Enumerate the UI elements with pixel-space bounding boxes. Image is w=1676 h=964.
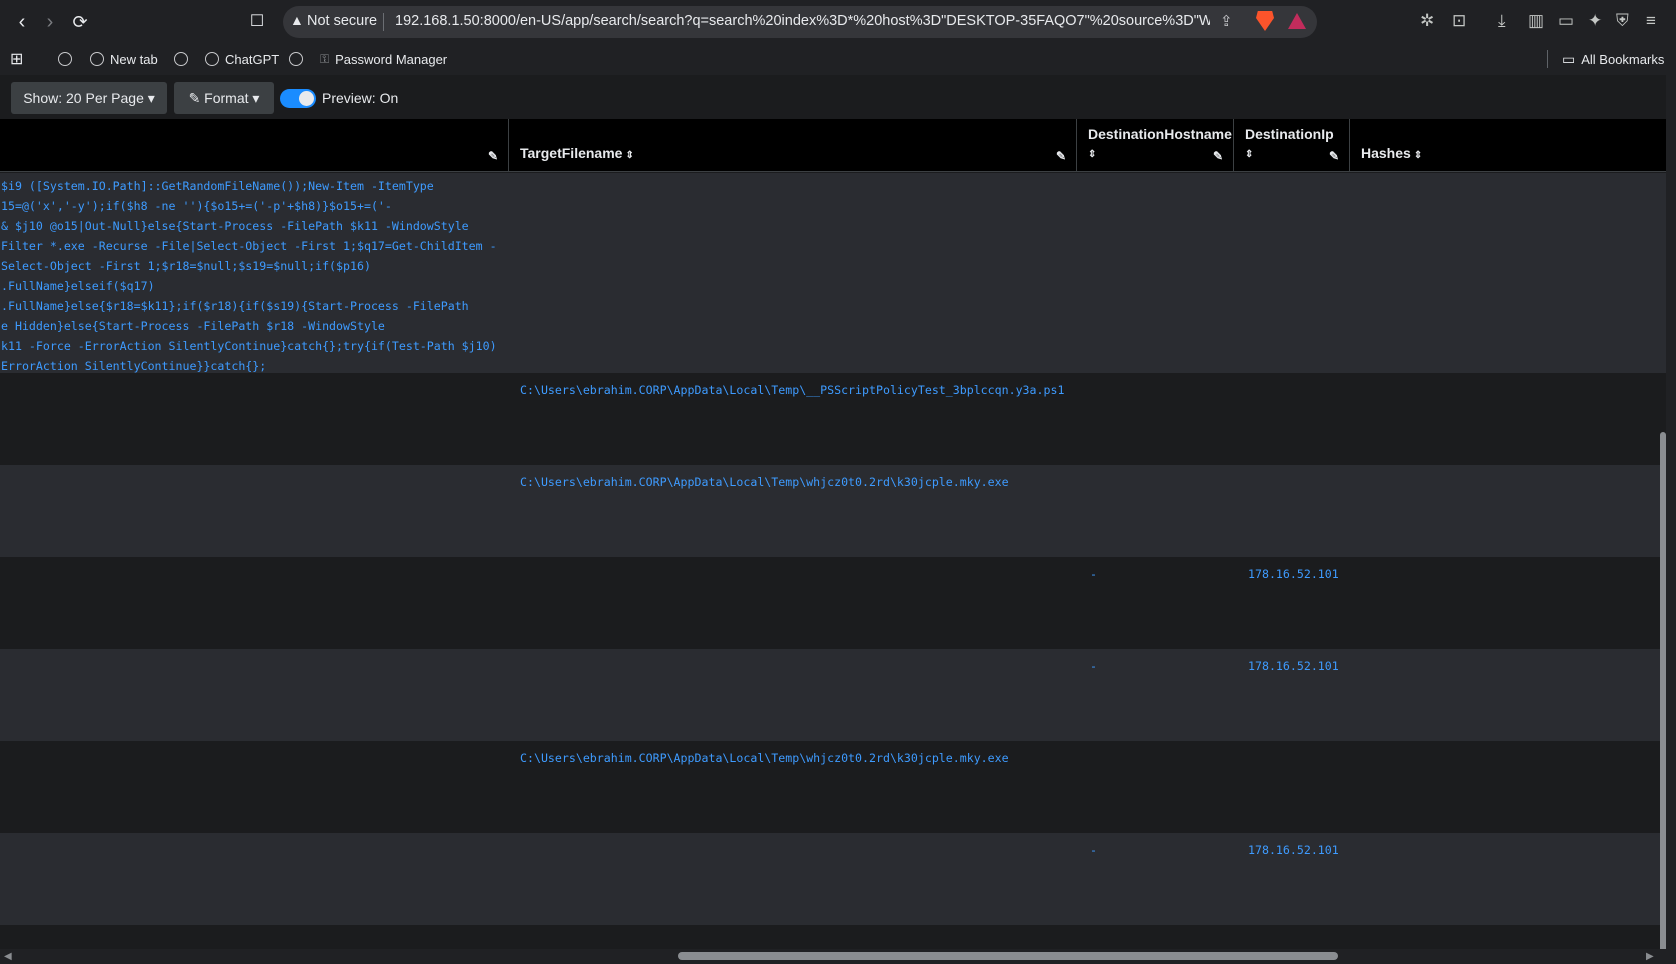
scroll-right-icon[interactable]: ▶ (1646, 951, 1654, 962)
toggle-knob (299, 91, 314, 106)
edit-pencil-icon[interactable]: ✎ (1329, 149, 1339, 163)
targetfilename-cell[interactable]: C:\Users\ebrahim.CORP\AppData\Local\Temp… (520, 383, 1064, 397)
reload-icon[interactable]: ⟳ (68, 10, 92, 34)
results-toolbar: Show: 20 Per Page ▾ ✎ Format ▾ Preview: … (0, 75, 1666, 119)
globe-icon (58, 52, 72, 66)
format-dropdown[interactable]: ✎ Format ▾ (174, 82, 274, 114)
bookmark-globe-3[interactable] (289, 49, 303, 69)
scroll-left-icon[interactable]: ◀ (4, 951, 12, 962)
menu-icon[interactable]: ≡ (1646, 11, 1656, 31)
preview-toggle[interactable] (280, 89, 316, 108)
destinationip-cell[interactable]: 178.16.52.101 (1248, 843, 1339, 857)
bookmark-label: New tab (110, 51, 158, 67)
sidebar-icon[interactable]: ▥ (1528, 11, 1544, 31)
vpn-icon[interactable]: ⛨ (1616, 11, 1629, 31)
column-header-destinationhostname[interactable]: DestinationHostname ⇕ ✎ (1077, 119, 1234, 172)
table-row: - 178.16.52.101 (0, 833, 1666, 925)
horizontal-scrollbar-thumb[interactable] (678, 952, 1338, 960)
column-label: DestinationHostname (1088, 126, 1232, 142)
url-text[interactable]: 192.168.1.50:8000/en-US/app/search/searc… (395, 13, 1210, 29)
screenshot-icon[interactable]: ⊡ (1452, 11, 1466, 31)
key-icon: ⚿ (320, 51, 330, 66)
warning-icon: ▲ (290, 12, 304, 28)
show-per-page-dropdown[interactable]: Show: 20 Per Page ▾ (11, 82, 167, 114)
sort-icon: ⇕ (625, 150, 634, 161)
bookmarks-divider (1547, 50, 1548, 68)
brave-rewards-icon[interactable] (1288, 13, 1306, 29)
download-icon[interactable]: ⤓ (1498, 11, 1506, 31)
destinationhostname-cell[interactable]: - (1090, 843, 1097, 857)
all-bookmarks-label: All Bookmarks (1581, 51, 1665, 67)
vertical-scrollbar-thumb[interactable] (1660, 432, 1666, 952)
folder-icon: ▭ (1562, 50, 1576, 67)
globe-icon (289, 52, 303, 66)
browser-toolbar: ‹ › ⟳ ☐ ▲ Not secure 192.168.1.50:8000/e… (0, 0, 1676, 44)
table-row: - 178.16.52.101 (0, 649, 1666, 741)
not-secure-label[interactable]: Not secure (307, 13, 377, 29)
edit-pencil-icon[interactable]: ✎ (488, 149, 498, 163)
bookmark-globe-1[interactable] (58, 49, 72, 69)
destinationhostname-cell[interactable]: - (1090, 659, 1097, 673)
column-header-targetfilename[interactable]: TargetFilename ⇕ ✎ (509, 119, 1077, 172)
bookmarks-bar: ⊞ New tab ChatGPT ⚿ Password Manager ▭ All… (0, 44, 1676, 75)
all-bookmarks[interactable]: ▭ All Bookmarks (1562, 49, 1664, 69)
destinationip-cell[interactable]: 178.16.52.101 (1248, 567, 1339, 581)
bookmark-new-tab[interactable]: New tab (90, 49, 158, 69)
bookmark-label: ChatGPT (225, 51, 280, 67)
edit-pencil-icon[interactable]: ✎ (1056, 149, 1066, 163)
column-header-commandline[interactable]: ✎ (0, 119, 509, 172)
table-row: - 178.16.52.101 (0, 557, 1666, 649)
commandline-cell[interactable]: $i9 ([System.IO.Path]::GetRandomFileName… (1, 176, 497, 376)
url-divider (383, 13, 384, 31)
sort-icon: ⇕ (1413, 150, 1423, 161)
extensions-icon[interactable]: ✲ (1420, 11, 1434, 31)
table-row: C:\Users\ebrahim.CORP\AppData\Local\Temp… (0, 465, 1666, 557)
apps-grid-icon[interactable]: ⊞ (10, 49, 23, 69)
destinationip-cell[interactable]: 178.16.52.101 (1248, 659, 1339, 673)
share-icon[interactable]: ⇪ (1220, 12, 1233, 30)
leo-ai-icon[interactable]: ✦ (1588, 11, 1602, 31)
chatgpt-icon (205, 52, 219, 66)
globe-icon (174, 52, 188, 66)
globe-icon (90, 52, 104, 66)
destinationhostname-cell[interactable]: - (1090, 567, 1097, 581)
bookmark-label: Password Manager (335, 51, 448, 67)
bookmark-globe-2[interactable] (174, 49, 188, 69)
column-label: TargetFilename ⇕ (520, 145, 634, 161)
vertical-scrollbar[interactable] (1666, 75, 1676, 964)
bookmark-chatgpt[interactable]: ChatGPT (205, 49, 279, 69)
preview-label: Preview: On (322, 90, 399, 106)
edit-pencil-icon[interactable]: ✎ (1213, 149, 1223, 163)
table-header: ✎ TargetFilename ⇕ ✎ DestinationHostname … (0, 119, 1666, 172)
back-arrow-icon[interactable]: ‹ (10, 10, 34, 34)
column-label: DestinationIp (1245, 126, 1334, 142)
forward-arrow-icon[interactable]: › (38, 10, 62, 34)
wallet-icon[interactable]: ▭ (1558, 11, 1574, 31)
column-label: Hashes ⇕ (1361, 145, 1423, 161)
bookmark-password-manager[interactable]: ⚿ Password Manager (320, 49, 447, 69)
horizontal-scrollbar[interactable]: ◀ ▶ (0, 949, 1666, 964)
column-header-hashes[interactable]: Hashes ⇕ (1350, 119, 1666, 172)
targetfilename-cell[interactable]: C:\Users\ebrahim.CORP\AppData\Local\Temp… (520, 475, 1009, 489)
search-results-page: Show: 20 Per Page ▾ ✎ Format ▾ Preview: … (0, 75, 1666, 949)
targetfilename-cell[interactable]: C:\Users\ebrahim.CORP\AppData\Local\Temp… (520, 751, 1009, 765)
column-header-destinationip[interactable]: DestinationIp ⇕ ✎ (1234, 119, 1350, 172)
bookmark-icon[interactable]: ☐ (245, 10, 269, 34)
sort-icon[interactable]: ⇕ (1088, 149, 1096, 160)
table-row: C:\Users\ebrahim.CORP\AppData\Local\Temp… (0, 741, 1666, 833)
sort-icon[interactable]: ⇕ (1245, 149, 1253, 160)
table-row: C:\Users\ebrahim.CORP\AppData\Local\Temp… (0, 373, 1666, 465)
table-row: $i9 ([System.IO.Path]::GetRandomFileName… (0, 173, 1666, 373)
